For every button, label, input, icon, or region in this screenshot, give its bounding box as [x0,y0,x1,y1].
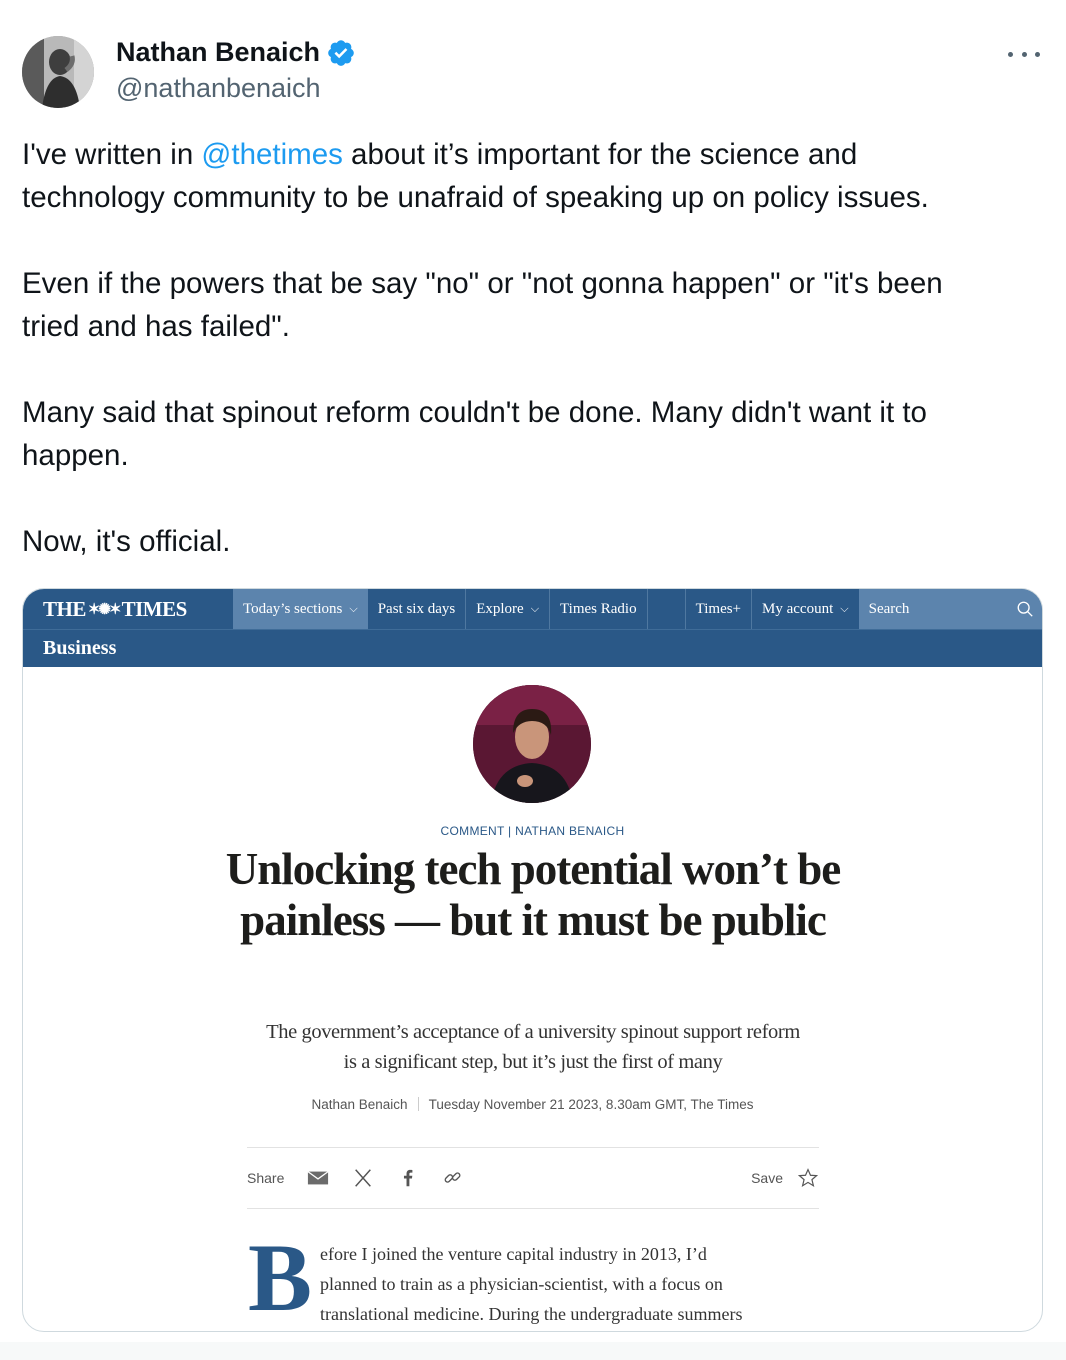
chevron-down-icon: ⌵ [530,602,540,615]
byline-divider [417,1097,419,1111]
tweet-text-line: Even if the powers that be say "no" or "… [22,267,943,300]
nav-divider [646,589,685,629]
nav-item-label: Times Radio [560,600,637,617]
x-share-icon[interactable] [351,1166,375,1190]
save-label: Save [751,1170,783,1186]
article-headline: Unlocking tech potential won’t be painle… [225,844,842,945]
verified-badge-icon[interactable] [326,38,356,68]
headshot-photo-icon [473,685,591,803]
logo-text-right: TIMES [121,596,188,621]
author-avatar[interactable] [22,36,94,108]
nav-item-label: Past six days [377,600,456,617]
section-title[interactable]: Business [43,637,116,660]
bottom-edge [0,1342,1066,1360]
author-headshot [473,685,591,803]
email-share-icon[interactable] [306,1166,330,1190]
nav-item-label: Explore [476,600,524,617]
search-label: Search [868,600,910,617]
byline-meta: Tuesday November 21 2023, 8.30am GMT, Th… [428,1097,754,1112]
facebook-share-icon[interactable] [396,1166,420,1190]
nav-times-radio[interactable]: Times Radio [549,589,647,629]
tweet-text: I've written in @thetimes about it’s imp… [22,133,1032,563]
mention-link[interactable]: @thetimes [201,138,342,171]
byline-author[interactable]: Nathan Benaich [312,1097,408,1112]
share-toolbar: Share Save [247,1165,819,1191]
share-label: Share [247,1170,285,1186]
author-display-name[interactable]: Nathan Benaich [116,37,320,68]
chevron-down-icon: ⌵ [349,602,358,615]
tweet-text-line: Many said that spinout reform couldn't b… [22,396,927,429]
article-body: efore I joined the venture capital indus… [320,1239,820,1329]
nav-search[interactable]: Search [858,589,1042,629]
divider [247,1208,819,1209]
author-handle[interactable]: @nathanbenaich [116,73,321,104]
save-button[interactable]: Save [751,1167,819,1189]
tweet-text-line: tried and has failed". [22,310,290,343]
body-line: translational medicine. During the under… [320,1304,743,1324]
nav-item-label: Today’s sections [243,600,343,617]
star-icon [797,1168,819,1187]
tweet-text-fragment: I've written in [22,138,202,171]
nav-past-six-days[interactable]: Past six days [368,589,466,629]
chevron-down-icon: ⌵ [840,602,849,615]
tweet-text-line: happen. [22,439,129,472]
tweet-text-line: technology community to be unafraid of s… [22,181,929,214]
article-standfirst: The government’s acceptance of a univers… [266,1021,800,1073]
nav-item-label: Times+ [695,600,742,617]
times-nav-bar: THE ✶✺✶ TIMES Today’s sections ⌵ Past si… [23,589,1042,629]
divider [247,1147,819,1148]
nav-explore[interactable]: Explore ⌵ [465,589,549,629]
search-icon [1017,601,1033,617]
tweet-text-line: Now, it's official. [22,525,231,558]
article-kicker[interactable]: COMMENT | NATHAN BENAICH [23,824,1042,838]
copy-link-icon[interactable] [441,1166,465,1190]
body-line: efore I joined the venture capital indus… [320,1244,707,1264]
nav-times-plus[interactable]: Times+ [684,589,751,629]
times-logo[interactable]: THE ✶✺✶ TIMES [23,589,233,629]
crest-icon: ✶✺✶ [87,601,122,618]
nav-item-label: My account [762,600,834,617]
article-byline: Nathan Benaich Tuesday November 21 2023, … [23,1097,1042,1112]
section-bar: Business [23,629,1042,667]
nav-todays-sections[interactable]: Today’s sections ⌵ [233,589,368,629]
article-image-card[interactable]: THE ✶✺✶ TIMES Today’s sections ⌵ Past si… [22,588,1043,1332]
drop-cap: B [248,1224,313,1331]
tweet-text-fragment: about it’s important for the science and [342,138,858,171]
logo-text-left: THE [43,596,86,621]
more-options-icon[interactable] [1008,42,1040,66]
avatar-photo-icon [22,36,94,108]
nav-my-account[interactable]: My account ⌵ [751,589,859,629]
body-line: planned to train as a physician-scientis… [320,1274,723,1294]
